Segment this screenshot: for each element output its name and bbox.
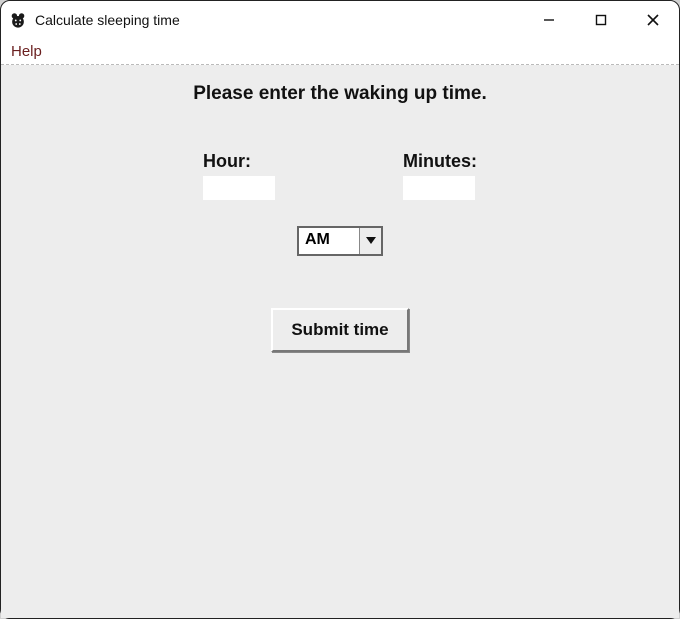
- window-buttons: [523, 1, 679, 39]
- maximize-button[interactable]: [575, 1, 627, 39]
- app-window: Calculate sleeping time Help Please ente…: [0, 0, 680, 619]
- prompt-text: Please enter the waking up time.: [1, 83, 679, 105]
- hour-input[interactable]: [203, 176, 275, 200]
- submit-row: Submit time: [1, 308, 679, 352]
- submit-button[interactable]: Submit time: [271, 308, 408, 352]
- app-icon: [9, 11, 27, 29]
- chevron-down-icon: [359, 228, 381, 254]
- ampm-value: AM: [299, 228, 359, 254]
- ampm-row: AM: [1, 226, 679, 256]
- hour-label: Hour:: [203, 151, 275, 172]
- titlebar: Calculate sleeping time: [1, 1, 679, 39]
- menubar: Help: [1, 39, 679, 65]
- hour-group: Hour:: [203, 151, 275, 200]
- client-area: Please enter the waking up time. Hour: M…: [1, 65, 679, 618]
- time-fields: Hour: Minutes:: [1, 151, 679, 200]
- minutes-label: Minutes:: [403, 151, 477, 172]
- menu-help[interactable]: Help: [7, 41, 46, 62]
- minutes-input[interactable]: [403, 176, 475, 200]
- ampm-select[interactable]: AM: [297, 226, 383, 256]
- window-title: Calculate sleeping time: [35, 12, 180, 28]
- minimize-button[interactable]: [523, 1, 575, 39]
- minutes-group: Minutes:: [403, 151, 477, 200]
- close-button[interactable]: [627, 1, 679, 39]
